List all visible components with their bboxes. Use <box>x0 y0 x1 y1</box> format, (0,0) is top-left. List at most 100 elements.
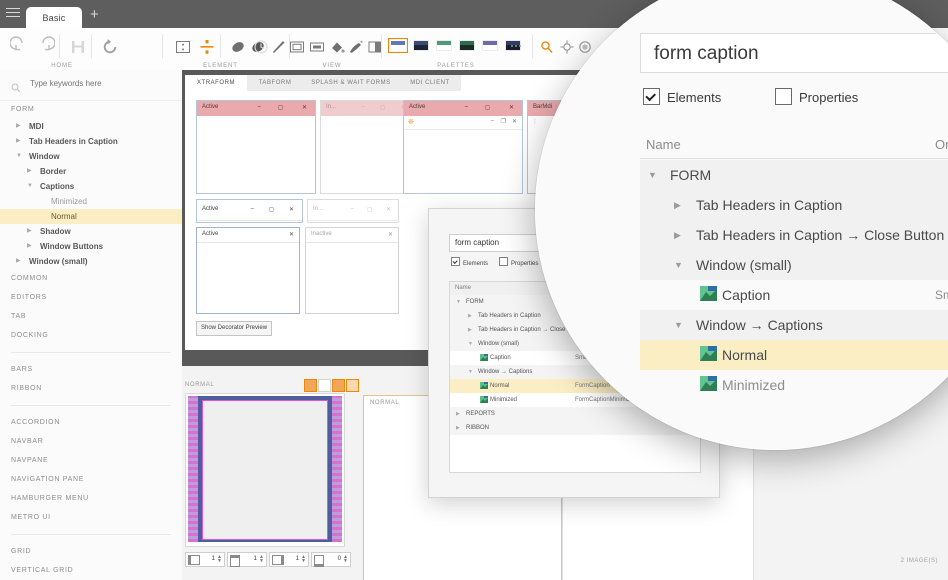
chevron-right-icon[interactable]: ▶ <box>468 313 472 319</box>
lens-table-row[interactable]: CaptionSm <box>640 280 948 310</box>
view-frame-icon[interactable] <box>286 36 308 58</box>
sidebar-section-navbar[interactable]: NAVBAR <box>0 432 182 451</box>
close-icon[interactable]: ✕ <box>302 104 307 111</box>
sidebar-section-ribbon[interactable]: RIBBON <box>0 379 182 398</box>
palette-purple[interactable] <box>480 38 500 53</box>
sidebar-section-tab[interactable]: TAB <box>0 307 182 326</box>
stepper-arrows-icon[interactable]: ▲▼ <box>301 555 306 563</box>
sidebar-item-shadow[interactable]: ▶Shadow <box>0 224 182 239</box>
lens-table-row[interactable]: Normal <box>640 340 948 370</box>
sidebar-item-captions[interactable]: ▼Captions <box>0 179 182 194</box>
show-decorator-preview-button[interactable]: Show Decorator Preview <box>196 321 272 336</box>
form-preview-mdi[interactable]: Active – ◻ ✕ ❊ – ❐ ✕ <box>403 100 523 194</box>
minimize-icon[interactable]: – <box>251 206 254 212</box>
maximize-icon[interactable]: ◻ <box>380 104 385 111</box>
chevron-right-icon[interactable]: ▶ <box>674 230 681 241</box>
palette-darkblue[interactable] <box>411 38 431 53</box>
tab-mdi-client[interactable]: MDI CLIENT <box>399 75 461 91</box>
lens-table-row[interactable]: ▼Window → Captions <box>640 310 948 340</box>
palette-darkgreen[interactable] <box>457 38 477 53</box>
chevron-down-icon[interactable]: ▼ <box>674 260 683 270</box>
element-split-icon[interactable] <box>196 36 218 58</box>
form-preview-inactive[interactable]: In... – ◻ ✕ <box>320 100 414 194</box>
tab-xtraform[interactable]: XTRAFORM <box>185 75 247 91</box>
redo-icon[interactable] <box>33 36 55 58</box>
mode-fit-icon[interactable] <box>346 379 359 392</box>
caption-bitmap-canvas[interactable] <box>185 393 345 547</box>
chevron-right-icon[interactable]: ▶ <box>16 119 21 134</box>
margin-right-stepper[interactable]: 1 ▲▼ <box>269 552 309 567</box>
palette-green[interactable] <box>434 38 454 53</box>
close-icon[interactable]: ✕ <box>512 118 517 125</box>
lens-table-row[interactable]: ▶Tab Headers in Caption <box>640 190 948 220</box>
sidebar-section-form[interactable]: FORM <box>0 100 182 119</box>
panel-inactive[interactable]: Inactive ✕ <box>305 227 399 314</box>
maximize-icon[interactable]: ◻ <box>485 104 490 111</box>
sidebar-search[interactable] <box>0 70 182 101</box>
sidebar-section-accordion[interactable]: ACCORDION <box>0 413 182 432</box>
dialog-checkbox-elements[interactable]: Elements <box>451 257 488 267</box>
sidebar-section-docking[interactable]: DOCKING <box>0 326 182 345</box>
sidebar-section-common[interactable]: COMMON <box>0 269 182 288</box>
sidebar-section-navpane[interactable]: NAVPANE <box>0 451 182 470</box>
chevron-right-icon[interactable]: ▶ <box>456 411 460 417</box>
close-icon[interactable]: ✕ <box>509 104 514 111</box>
minimize-icon[interactable]: – <box>351 206 354 212</box>
minimize-icon[interactable]: – <box>465 104 468 110</box>
lens-table-row[interactable]: Minimized <box>640 370 948 400</box>
chevron-right-icon[interactable]: ▶ <box>16 134 21 149</box>
close-icon[interactable]: ✕ <box>386 206 391 213</box>
sidebar-section-hamburger-menu[interactable]: HAMBURGER MENU <box>0 489 182 508</box>
lens-search-input[interactable]: form caption <box>640 33 948 73</box>
chevron-down-icon[interactable]: ▼ <box>16 149 22 164</box>
chevron-down-icon[interactable]: ▼ <box>468 341 473 347</box>
close-icon[interactable]: ✕ <box>388 231 393 238</box>
maximize-icon[interactable]: ◻ <box>367 206 372 213</box>
maximize-icon[interactable]: ◻ <box>269 206 274 213</box>
sidebar-item-border[interactable]: ▶Border <box>0 164 182 179</box>
sidebar-item-tab-headers-in-caption[interactable]: ▶Tab Headers in Caption <box>0 134 182 149</box>
chevron-down-icon[interactable]: ▼ <box>648 170 657 180</box>
undo-icon[interactable] <box>10 36 32 58</box>
sidebar-section-grid[interactable]: GRID <box>0 542 182 561</box>
chevron-down-icon[interactable]: ▼ <box>456 299 461 305</box>
shape-icon[interactable] <box>227 36 249 58</box>
sidebar-item-minimized[interactable]: Minimized <box>0 194 182 209</box>
lens-checkbox-properties[interactable]: Properties <box>775 88 858 105</box>
sidebar-section-metro-ui[interactable]: METRO UI <box>0 508 182 527</box>
new-tab-button[interactable]: + <box>90 8 99 22</box>
tab-splash-wait-forms[interactable]: SPLASH & WAIT FORMS <box>303 75 399 91</box>
dialog-checkbox-properties[interactable]: Properties <box>499 257 538 267</box>
lens-table-row[interactable]: ▼FORM <box>640 160 948 190</box>
sidebar-item-window[interactable]: ▼Window <box>0 149 182 164</box>
minimize-icon[interactable]: – <box>258 104 261 110</box>
minimize-icon[interactable]: – <box>491 118 494 124</box>
stepper-arrows-icon[interactable]: ▲▼ <box>259 555 264 563</box>
mode-tile-icon[interactable] <box>304 379 317 392</box>
minimize-icon[interactable]: – <box>362 104 365 110</box>
refresh-icon[interactable] <box>99 36 121 58</box>
stepper-arrows-icon[interactable]: ▲▼ <box>217 555 222 563</box>
small-form-inactive[interactable]: In... – ◻ ✕ <box>307 199 399 223</box>
chevron-right-icon[interactable]: ▶ <box>27 224 32 239</box>
margin-left-stepper[interactable]: 1 ▲▼ <box>185 552 225 567</box>
search-input[interactable] <box>28 78 172 89</box>
chevron-down-icon[interactable]: ▼ <box>674 320 683 330</box>
sidebar-item-normal[interactable]: Normal <box>0 209 182 224</box>
tab-basic[interactable]: Basic <box>26 7 82 28</box>
sidebar-tree[interactable]: FORM▶MDI▶Tab Headers in Caption▼Window▶B… <box>0 100 182 580</box>
lens-table-row[interactable]: ▼Window (small) <box>640 250 948 280</box>
chevron-right-icon[interactable]: ▶ <box>27 239 32 254</box>
panel-active[interactable]: Active ✕ <box>196 227 300 314</box>
chevron-down-icon[interactable]: ▼ <box>468 369 473 375</box>
chevron-right-icon[interactable]: ▶ <box>674 200 681 211</box>
form-preview-active[interactable]: Active – ◻ ✕ <box>196 100 316 194</box>
sidebar-item-mdi[interactable]: ▶MDI <box>0 119 182 134</box>
hamburger-icon[interactable] <box>6 8 20 19</box>
small-form-active[interactable]: Active – ◻ ✕ <box>196 199 303 223</box>
sidebar-section-editors[interactable]: EDITORS <box>0 288 182 307</box>
element-box-icon[interactable] <box>172 36 194 58</box>
margin-bottom-stepper[interactable]: 0 ▲▼ <box>311 552 351 567</box>
margin-top-stepper[interactable]: 1 ▲▼ <box>227 552 267 567</box>
tab-tabform[interactable]: TABFORM <box>247 75 303 91</box>
